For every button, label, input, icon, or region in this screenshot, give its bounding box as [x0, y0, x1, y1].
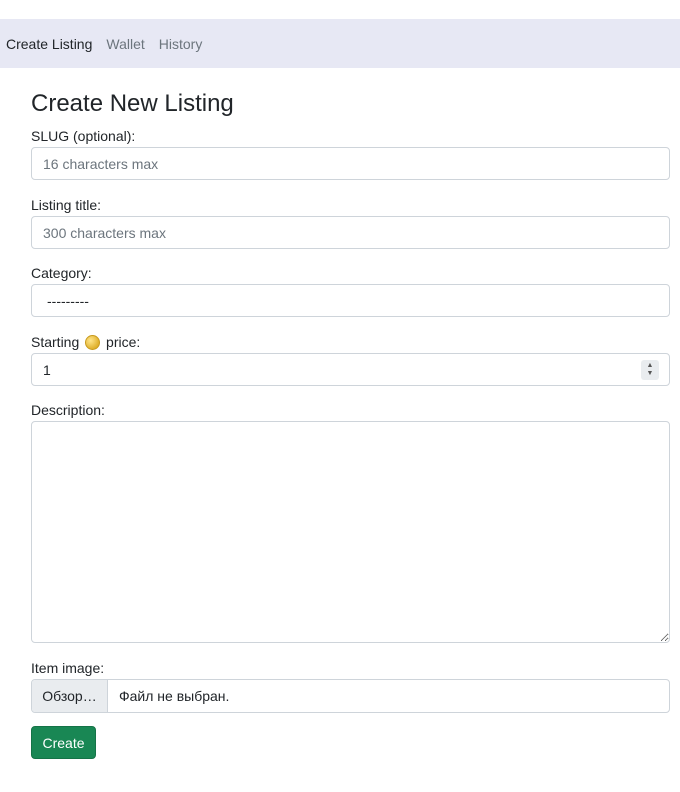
title-input-box[interactable] — [31, 216, 670, 249]
browse-button[interactable]: Обзор… — [32, 680, 108, 712]
title-label: Listing title: — [31, 197, 102, 213]
description-textarea[interactable] — [31, 421, 670, 643]
nav-item-create-listing[interactable]: Create Listing — [6, 36, 92, 52]
title-field-group: Listing title: — [31, 197, 670, 249]
category-label: Category: — [31, 265, 92, 281]
price-label-prefix: Starting — [31, 334, 80, 350]
create-button[interactable]: Create — [31, 726, 96, 759]
price-input-box[interactable]: 1 ▲ ▼ — [31, 353, 670, 386]
price-spinner[interactable]: ▲ ▼ — [641, 359, 659, 380]
slug-input-box[interactable] — [31, 147, 670, 180]
slug-label: SLUG (optional): — [31, 128, 136, 144]
category-selected-value: --------- — [47, 292, 89, 309]
price-label-suffix: price: — [106, 334, 141, 350]
price-label: Starting price: — [31, 334, 670, 351]
nav-item-wallet[interactable]: Wallet — [106, 36, 144, 52]
price-value[interactable]: 1 — [43, 362, 51, 378]
image-field-group: Item image: Обзор… Файл не выбран. — [31, 660, 670, 713]
spinner-down-icon[interactable]: ▼ — [647, 370, 654, 378]
slug-input[interactable] — [43, 148, 658, 179]
description-label: Description: — [31, 402, 105, 418]
page-title: Create New Listing — [31, 90, 234, 117]
category-field-group: Category: --------- — [31, 265, 670, 317]
top-nav: Create Listing Wallet History — [0, 19, 680, 68]
category-select[interactable]: --------- — [31, 284, 670, 317]
coin-icon — [85, 335, 101, 350]
nav-item-history[interactable]: History — [159, 36, 203, 52]
title-input[interactable] — [43, 217, 658, 248]
image-file-input[interactable]: Обзор… Файл не выбран. — [31, 679, 670, 713]
listing-form-container: Create New Listing SLUG (optional): List… — [31, 88, 670, 759]
image-label: Item image: — [31, 660, 105, 676]
description-field-group: Description: — [31, 402, 670, 643]
file-name-text: Файл не выбран. — [119, 688, 230, 704]
price-field-group: Starting price: 1 ▲ ▼ — [31, 334, 670, 386]
spinner-up-icon[interactable]: ▲ — [647, 362, 654, 370]
slug-field-group: SLUG (optional): — [31, 128, 670, 180]
